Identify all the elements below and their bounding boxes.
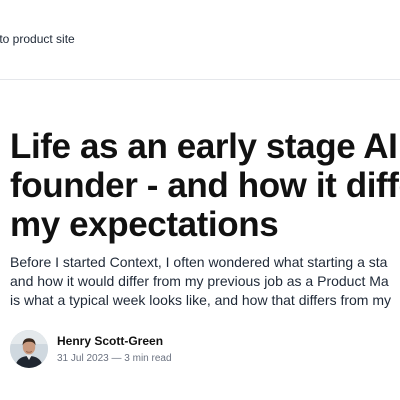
- article-intro-line: and how it would differ from my previous…: [10, 273, 389, 289]
- article-intro: Before I started Context, I often wonder…: [10, 253, 400, 310]
- article-intro-line: Before I started Context, I often wonder…: [10, 254, 388, 270]
- read-time: 3 min read: [124, 352, 172, 364]
- author-avatar: [10, 330, 48, 368]
- top-navigation-bar: k to product site: [0, 0, 400, 80]
- article-intro-line: is what a typical week looks like, and h…: [10, 292, 392, 308]
- article-title-line: my expectations: [10, 205, 279, 244]
- article-title-line: Life as an early stage AI s: [10, 127, 400, 166]
- back-link-label: k to product site: [0, 32, 75, 46]
- article-meta: 31 Jul 2023 — 3 min read: [57, 352, 172, 365]
- meta-separator: —: [111, 352, 122, 364]
- author-name[interactable]: Henry Scott-Green: [57, 334, 172, 349]
- author-byline: Henry Scott-Green 31 Jul 2023 — 3 min re…: [10, 330, 172, 368]
- publish-date: 31 Jul 2023: [57, 352, 109, 364]
- blog-post-page: k to product site Life as an early stage…: [0, 0, 400, 400]
- article-title-line: founder - and how it diffe: [10, 166, 400, 205]
- author-info: Henry Scott-Green 31 Jul 2023 — 3 min re…: [57, 334, 172, 365]
- article-title: Life as an early stage AI s founder - an…: [10, 127, 400, 244]
- author-avatar-image: [10, 330, 48, 368]
- back-to-product-site-link[interactable]: k to product site: [0, 31, 75, 47]
